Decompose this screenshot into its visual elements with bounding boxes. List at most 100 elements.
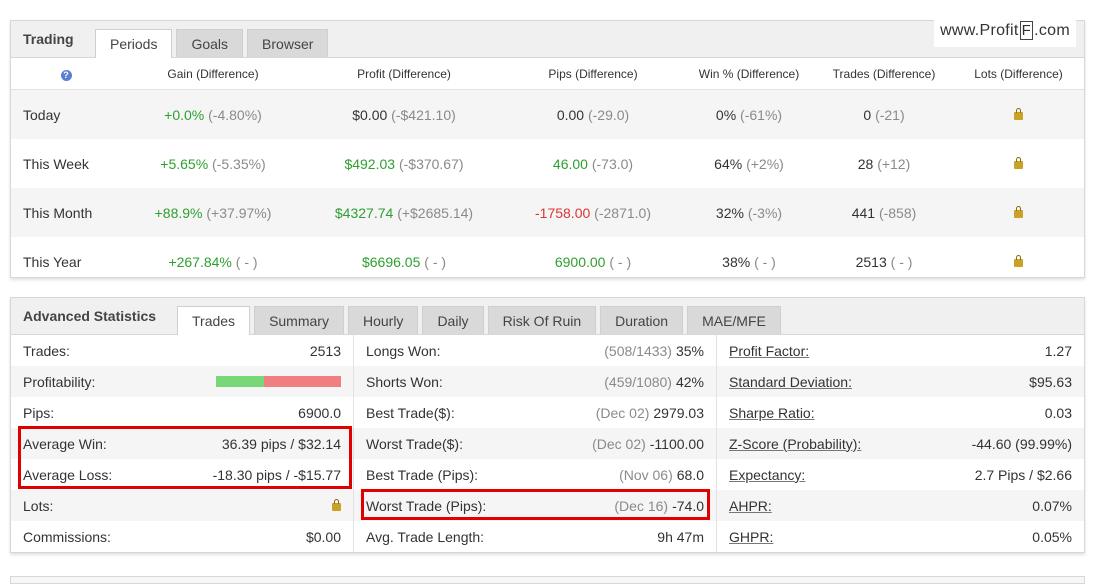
header-gain: Gain (Difference) bbox=[121, 58, 305, 90]
trades-diff: (-858) bbox=[878, 204, 917, 221]
watermark-pre: www.Profit bbox=[940, 22, 1019, 39]
stat-label-link[interactable]: AHPR: bbox=[729, 498, 772, 514]
stat-value: 9h 47m bbox=[657, 528, 704, 545]
tab-daily[interactable]: Daily bbox=[422, 306, 484, 334]
pips-value: 0.00 bbox=[556, 106, 585, 123]
tab-browser[interactable]: Browser bbox=[247, 29, 329, 57]
stat-detail: (Nov 06) bbox=[619, 466, 673, 483]
profit-diff: (-$421.10) bbox=[391, 106, 456, 123]
stat-pips: Pips: 6900.0 bbox=[11, 397, 353, 428]
advanced-panel-header: Advanced Statistics Trades Summary Hourl… bbox=[11, 298, 1084, 335]
stat-worst-trade-pips: Worst Trade (Pips): (Dec 16) -74.0 bbox=[354, 490, 716, 521]
table-row: Today +0.0% (-4.80%) $0.00 (-$421.10) 0.… bbox=[11, 89, 1084, 139]
gain-value: +0.0% bbox=[164, 106, 205, 123]
gain-value: +267.84% bbox=[168, 253, 232, 270]
stat-best-trade-pips: Best Trade (Pips): (Nov 06) 68.0 bbox=[354, 459, 716, 490]
stat-value: 2.7 Pips / $2.66 bbox=[974, 466, 1072, 483]
stat-label-link[interactable]: GHPR: bbox=[729, 529, 773, 545]
trades-value: 441 bbox=[851, 204, 876, 221]
tab-risk-of-ruin[interactable]: Risk Of Ruin bbox=[487, 306, 597, 334]
trades-cell: 2513 ( - ) bbox=[815, 237, 953, 286]
trades-value: 0 bbox=[863, 106, 872, 123]
stat-value: -1100.00 bbox=[649, 435, 704, 452]
stat-label-link[interactable]: Sharpe Ratio: bbox=[729, 405, 815, 421]
stat-value: $95.63 bbox=[1029, 373, 1072, 390]
tab-summary[interactable]: Summary bbox=[254, 306, 344, 334]
tab-mae-mfe[interactable]: MAE/MFE bbox=[687, 306, 781, 334]
pips-cell: 0.00 (-29.0) bbox=[503, 89, 683, 139]
gain-diff: (+37.97%) bbox=[206, 204, 272, 221]
trades-cell: 28 (+12) bbox=[815, 139, 953, 188]
pips-value: -1758.00 bbox=[535, 204, 591, 221]
pips-diff: ( - ) bbox=[609, 253, 632, 270]
tab-hourly[interactable]: Hourly bbox=[347, 306, 419, 334]
win-value: 0% bbox=[715, 106, 737, 123]
table-row: This Week +5.65% (-5.35%) $492.03 (-$370… bbox=[11, 139, 1084, 188]
stats-column-2: Longs Won: (508/1433) 35% Shorts Won: (459/… bbox=[354, 335, 717, 552]
stat-label-link[interactable]: Profit Factor: bbox=[729, 343, 809, 359]
stat-value: 0.07% bbox=[1032, 497, 1072, 514]
trading-title: Trading bbox=[23, 31, 74, 47]
stat-value: -18.30 pips / -$15.77 bbox=[212, 466, 341, 483]
profit-diff: (+$2685.14) bbox=[397, 204, 474, 221]
tab-goals[interactable]: Goals bbox=[176, 29, 244, 57]
win-value: 32% bbox=[715, 204, 744, 221]
win-value: 38% bbox=[722, 253, 751, 270]
profitability-loss-segment bbox=[263, 376, 341, 387]
profit-value: $0.00 bbox=[352, 106, 388, 123]
stat-value: 42% bbox=[675, 373, 704, 390]
stat-label: Shorts Won: bbox=[366, 373, 443, 390]
stat-label: Commissions: bbox=[23, 528, 111, 545]
header-trades: Trades (Difference) bbox=[815, 58, 953, 90]
table-row: This Year +267.84% ( - ) $6696.05 ( - ) … bbox=[11, 237, 1084, 286]
trades-cell: 441 (-858) bbox=[815, 188, 953, 237]
stat-value: 2979.03 bbox=[653, 404, 704, 421]
profit-cell: $4327.74 (+$2685.14) bbox=[305, 188, 503, 237]
stat-label: Longs Won: bbox=[366, 342, 441, 359]
watermark-post: .com bbox=[1034, 22, 1070, 39]
trading-panel: Trading Periods Goals Browser www.Profit… bbox=[10, 15, 1085, 278]
stat-label-link[interactable]: Z-Score (Probability): bbox=[729, 436, 861, 452]
gain-diff: (-5.35%) bbox=[212, 155, 266, 172]
trades-diff: (-21) bbox=[875, 106, 905, 123]
stat-expectancy: Expectancy: 2.7 Pips / $2.66 bbox=[717, 459, 1084, 490]
stat-label: Avg. Trade Length: bbox=[366, 528, 485, 545]
win-cell: 32% (-3%) bbox=[683, 188, 815, 237]
stat-sharpe-ratio: Sharpe Ratio: 0.03 bbox=[717, 397, 1084, 428]
pips-cell: 46.00 (-73.0) bbox=[503, 139, 683, 188]
stat-label: Lots: bbox=[23, 497, 54, 514]
tab-trades[interactable]: Trades bbox=[177, 306, 251, 335]
lots-cell bbox=[953, 237, 1084, 286]
gain-diff: (-4.80%) bbox=[208, 106, 262, 123]
header-win: Win % (Difference) bbox=[683, 58, 815, 90]
pips-value: 46.00 bbox=[552, 155, 588, 172]
stat-average-loss: Average Loss: -18.30 pips / -$15.77 bbox=[11, 459, 353, 490]
profit-cell: $492.03 (-$370.67) bbox=[305, 139, 503, 188]
stat-label-link[interactable]: Standard Deviation: bbox=[729, 374, 852, 390]
stat-label-link[interactable]: Expectancy: bbox=[729, 467, 805, 483]
stat-value: 68.0 bbox=[676, 466, 704, 483]
stat-value: 1.27 bbox=[1044, 342, 1072, 359]
win-value: 64% bbox=[714, 155, 743, 172]
lock-icon bbox=[1014, 205, 1023, 218]
stat-value: 0.05% bbox=[1032, 528, 1072, 545]
profitability-bar bbox=[216, 376, 341, 387]
trading-tabs: Periods Goals Browser bbox=[95, 29, 329, 58]
help-icon[interactable]: ? bbox=[60, 69, 72, 81]
watermark-mid: F bbox=[1019, 21, 1034, 40]
stat-label: Worst Trade($): bbox=[366, 435, 463, 452]
stat-value: 35% bbox=[675, 342, 704, 359]
win-diff: (-3%) bbox=[747, 204, 783, 221]
profit-value: $6696.05 bbox=[361, 253, 421, 270]
tab-periods[interactable]: Periods bbox=[95, 29, 173, 58]
stat-average-win: Average Win: 36.39 pips / $32.14 bbox=[11, 428, 353, 459]
advanced-title: Advanced Statistics bbox=[23, 308, 157, 324]
tab-duration[interactable]: Duration bbox=[600, 306, 684, 334]
stat-value: -44.60 (99.99%) bbox=[971, 435, 1072, 452]
profit-diff: (-$370.67) bbox=[398, 155, 464, 172]
trades-cell: 0 (-21) bbox=[815, 89, 953, 139]
trades-value: 28 bbox=[857, 155, 874, 172]
pips-value: 6900.00 bbox=[554, 253, 606, 270]
period-label: This Week bbox=[23, 155, 89, 172]
stat-label: Pips: bbox=[23, 404, 55, 421]
